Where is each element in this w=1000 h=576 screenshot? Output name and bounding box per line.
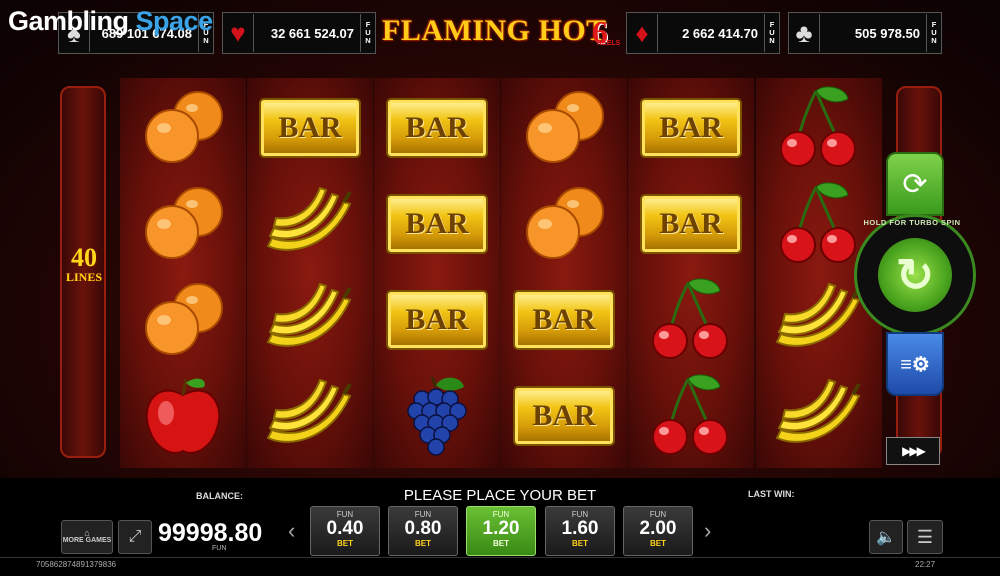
bar-label: BAR	[532, 399, 596, 432]
jackpot-value: 2 662 414.70	[682, 25, 758, 41]
banana-symbol	[247, 176, 373, 272]
bar-label: BAR	[659, 111, 723, 144]
cherry-symbol	[628, 272, 754, 368]
bar-plate: BAR	[640, 98, 742, 158]
bet-option[interactable]: FUN 1.60 BET	[545, 506, 615, 556]
footer-divider	[0, 557, 1000, 558]
bet-value: 0.80	[404, 518, 442, 539]
bar-symbol: BAR	[247, 80, 373, 176]
spin-button[interactable]: ↻	[854, 214, 976, 336]
replay-icon: ⟳	[902, 167, 928, 201]
bet-label: BET	[337, 539, 353, 548]
jackpot-diamonds: ♦ 2 662 414.70 FUN	[626, 12, 780, 54]
autoplay-button[interactable]: ▶▶▶	[886, 437, 940, 465]
spin-arrows-icon: ↻	[878, 238, 952, 312]
bet-value: 0.40	[326, 518, 364, 539]
history-button[interactable]: ⟳	[886, 152, 944, 216]
bar-plate: BAR	[386, 98, 488, 158]
settings-button[interactable]: ≡⚙	[886, 332, 944, 396]
hamburger-icon: ☰	[916, 526, 934, 547]
bar-symbol: BAR	[501, 368, 627, 464]
bet-next-arrow[interactable]: ›	[704, 518, 711, 544]
bet-label: BET	[650, 539, 666, 548]
bar-plate: BAR	[386, 290, 488, 350]
bar-symbol: BAR	[374, 80, 500, 176]
spin-hint: HOLD FOR TURBO SPIN	[863, 218, 961, 227]
banana-symbol	[247, 272, 373, 368]
session-id: 705862874891379836	[36, 560, 117, 569]
bar-label: BAR	[405, 111, 469, 144]
orange-symbol	[120, 176, 246, 272]
bet-prev-arrow[interactable]: ‹	[288, 518, 295, 544]
bet-option[interactable]: FUN 0.40 BET	[310, 506, 380, 556]
sound-button[interactable]: 🔈	[869, 520, 903, 554]
bar-symbol: BAR	[374, 176, 500, 272]
status-message: PLEASE PLACE YOUR BET	[403, 487, 597, 504]
balance-label: BALANCE:	[196, 491, 243, 501]
balance-value: 99998.80	[158, 519, 263, 547]
diamond-icon: ♦	[627, 14, 658, 52]
bar-label: BAR	[278, 111, 342, 144]
cherry-symbol	[756, 80, 882, 176]
last-win-label: LAST WIN:	[748, 489, 795, 499]
bar-label: BAR	[405, 207, 469, 240]
bar-symbol: BAR	[501, 272, 627, 368]
banana-symbol	[756, 368, 882, 464]
bar-symbol: BAR	[374, 272, 500, 368]
grapes-symbol	[374, 368, 500, 464]
bet-option[interactable]: FUN 1.20 BET	[466, 506, 536, 556]
jackpot-value: 32 661 524.07	[270, 25, 354, 41]
bar-plate: BAR	[513, 386, 615, 446]
bet-value: 1.20	[482, 518, 520, 539]
bar-symbol: BAR	[628, 80, 754, 176]
banana-symbol	[247, 368, 373, 464]
jackpot-currency: FUN	[764, 14, 779, 52]
bet-value: 2.00	[639, 518, 677, 539]
game-title-reels: REELS	[597, 40, 621, 47]
bar-label: BAR	[532, 303, 596, 336]
orange-symbol	[501, 80, 627, 176]
fullscreen-icon: ⤢	[128, 528, 142, 545]
jackpot-hearts: ♥ 32 661 524.07 FUN	[222, 12, 376, 54]
cherry-symbol	[628, 368, 754, 464]
apple-symbol	[120, 368, 246, 464]
more-games-button[interactable]: ⌂ MORE GAMES	[61, 520, 113, 554]
jackpot-clubs: ♣ 505 978.50 FUN	[788, 12, 942, 54]
bet-option[interactable]: FUN 2.00 BET	[623, 506, 693, 556]
bar-label: BAR	[405, 303, 469, 336]
menu-button[interactable]: ☰	[907, 520, 943, 554]
bar-plate: BAR	[513, 290, 615, 350]
bet-label: BET	[572, 539, 588, 548]
bar-plate: BAR	[259, 98, 361, 158]
game-title: FLAMING HOT	[382, 14, 607, 47]
more-games-label: MORE GAMES	[62, 537, 112, 544]
orange-symbol	[501, 176, 627, 272]
jackpot-currency: FUN	[926, 14, 941, 52]
heart-icon: ♥	[223, 14, 254, 52]
bar-label: BAR	[659, 207, 723, 240]
orange-symbol	[120, 80, 246, 176]
site-watermark-logo: Gambling Space	[8, 6, 213, 36]
jackpot-value: 505 978.50	[854, 25, 920, 41]
bet-label: BET	[415, 539, 431, 548]
bar-plate: BAR	[640, 194, 742, 254]
lines-badge: 40 LINES	[65, 243, 103, 285]
bar-plate: BAR	[386, 194, 488, 254]
orange-symbol	[120, 272, 246, 368]
speaker-icon: 🔈	[876, 529, 896, 546]
bet-value: 1.60	[561, 518, 599, 539]
bet-label: BET	[493, 539, 509, 548]
settings-icon: ≡⚙	[900, 353, 930, 376]
bar-symbol: BAR	[628, 176, 754, 272]
clock: 22:27	[915, 560, 936, 569]
club-icon: ♣	[789, 14, 820, 52]
balance-currency: FUN	[212, 545, 227, 552]
home-icon: ⌂	[84, 528, 90, 538]
jackpot-currency: FUN	[360, 14, 375, 52]
bet-option[interactable]: FUN 0.80 BET	[388, 506, 458, 556]
fullscreen-button[interactable]: ⤢	[118, 520, 152, 554]
